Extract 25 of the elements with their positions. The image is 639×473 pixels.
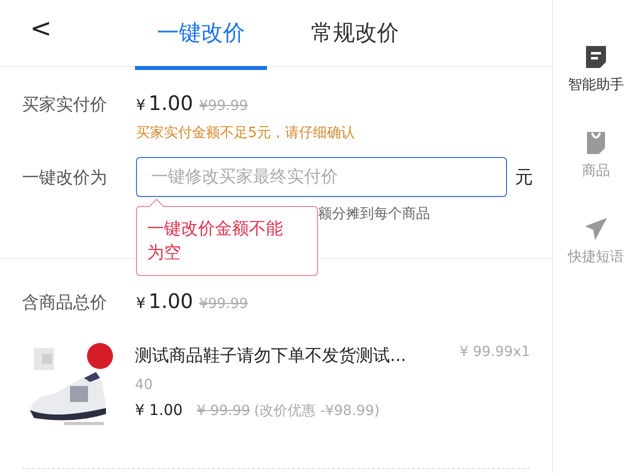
back-button[interactable]: <	[30, 14, 52, 44]
tab[interactable]: 常规改价	[289, 0, 421, 70]
field-label: 一键改价为	[22, 166, 108, 188]
currency-sign: ¥	[136, 294, 146, 312]
hint-text: 额分摊到每个商品	[318, 206, 430, 222]
original-price: ¥ 99.99	[196, 403, 250, 419]
price-input-field[interactable]: 一键修改买家最终实付价	[136, 157, 507, 197]
note-icon	[584, 44, 608, 70]
original-price: ¥99.99	[199, 296, 248, 312]
product-title: 测试商品鞋子请勿下单不发货测试...	[135, 345, 406, 367]
field-label: 买家实付价	[22, 94, 108, 116]
unit-price: ¥ 99.99x1	[460, 344, 530, 362]
discount-text: (改价优惠 -¥98.99)	[254, 402, 380, 420]
total-price: 1.00	[148, 289, 194, 313]
sidebar-item[interactable]: 智能助手	[568, 44, 624, 94]
currency-sign: ¥	[136, 96, 146, 114]
product-title-continuation: 40	[135, 377, 154, 393]
product-price: ¥ 1.00	[135, 401, 183, 419]
unit-label: 元	[515, 166, 533, 189]
original-price: ¥99.99	[199, 98, 248, 114]
paid-price: 1.00	[148, 91, 194, 115]
field-label: 含商品总价	[22, 292, 108, 314]
warning-text: 买家实付金额不足5元，请仔细确认	[136, 124, 356, 142]
send-icon	[584, 216, 608, 242]
tab[interactable]: 一键改价	[135, 0, 267, 70]
